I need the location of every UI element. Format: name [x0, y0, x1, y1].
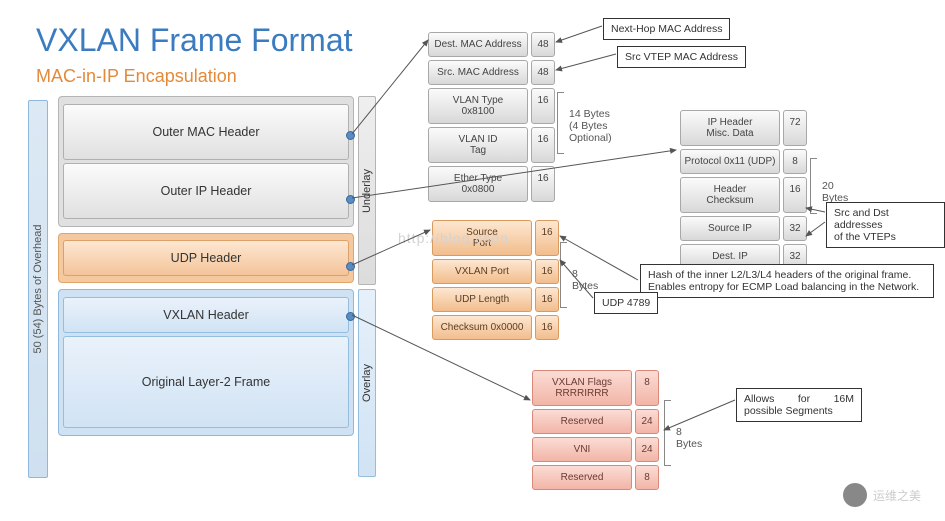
- ann-next-hop: Next-Hop MAC Address: [603, 18, 730, 40]
- watermark-text: 运维之美: [873, 487, 921, 504]
- page-subtitle: MAC-in-IP Encapsulation: [36, 66, 237, 87]
- ann-udp-port: UDP 4789: [594, 292, 658, 314]
- field-bits: 16: [535, 287, 559, 312]
- field-name: VXLAN Flags RRRRIRRR: [532, 370, 632, 406]
- field-bits: 24: [635, 409, 659, 434]
- field-name: Dest. MAC Address: [428, 32, 528, 57]
- field-name: VLAN Type 0x8100: [428, 88, 528, 124]
- outer-ip-header: Outer IP Header: [63, 163, 349, 219]
- wechat-icon: [843, 483, 867, 507]
- header-stack: Outer MAC Header Outer IP Header UDP Hea…: [58, 96, 354, 442]
- overhead-label: 50 (54) Bytes of Overhead: [32, 224, 44, 353]
- field-bits: 16: [535, 315, 559, 340]
- original-frame: Original Layer-2 Frame: [63, 336, 349, 428]
- field-name: VXLAN Port: [432, 259, 532, 284]
- ann-hash: Hash of the inner L2/L3/L4 headers of th…: [640, 264, 934, 298]
- underlay-bar: Underlay: [358, 96, 376, 285]
- field-name: Reserved: [532, 465, 632, 490]
- vxlan-field-table: VXLAN Flags RRRRIRRR8Reserved24VNI24Rese…: [532, 370, 659, 493]
- field-bits: 16: [783, 177, 807, 213]
- connector-dot: [346, 262, 355, 271]
- field-bits: 16: [531, 127, 555, 163]
- field-name: IP Header Misc. Data: [680, 110, 780, 146]
- field-bits: 16: [531, 88, 555, 124]
- field-name: Reserved: [532, 409, 632, 434]
- field-name: Checksum 0x0000: [432, 315, 532, 340]
- overlay-bar: Overlay: [358, 289, 376, 477]
- connector-dot: [346, 312, 355, 321]
- page-title: VXLAN Frame Format: [36, 22, 353, 59]
- field-bits: 32: [783, 216, 807, 241]
- field-bits: 16: [531, 166, 555, 202]
- field-name: Protocol 0x11 (UDP): [680, 149, 780, 174]
- field-bits: 8: [635, 465, 659, 490]
- field-name: Source IP: [680, 216, 780, 241]
- underlay-panel: Outer MAC Header Outer IP Header: [58, 96, 354, 227]
- field-bits: 72: [783, 110, 807, 146]
- field-name: Src. MAC Address: [428, 60, 528, 85]
- field-name: UDP Length: [432, 287, 532, 312]
- mac-field-table: Dest. MAC Address48Src. MAC Address48VLA…: [428, 32, 555, 205]
- connector-dot: [346, 195, 355, 204]
- connector-dot: [346, 131, 355, 140]
- field-name: VLAN ID Tag: [428, 127, 528, 163]
- field-bits: 8: [783, 149, 807, 174]
- outer-mac-header: Outer MAC Header: [63, 104, 349, 160]
- underlay-label: Underlay: [361, 168, 373, 212]
- watermark: 运维之美: [843, 483, 921, 507]
- field-bits: 48: [531, 32, 555, 57]
- ann-src-vtep-mac: Src VTEP MAC Address: [617, 46, 746, 68]
- ann-vtep-addrs: Src and Dst addresses of the VTEPs: [826, 202, 945, 248]
- ann-segments: Allows for 16M possible Segments: [736, 388, 862, 422]
- ip-field-table: IP Header Misc. Data72Protocol 0x11 (UDP…: [680, 110, 807, 272]
- overhead-bar: 50 (54) Bytes of Overhead: [28, 100, 48, 478]
- overlay-panel: VXLAN Header Original Layer-2 Frame: [58, 289, 354, 436]
- field-name: Header Checksum: [680, 177, 780, 213]
- watermark-url: http://blog.csdn: [398, 230, 509, 246]
- udp-panel: UDP Header: [58, 233, 354, 283]
- vxlan-header: VXLAN Header: [63, 297, 349, 333]
- field-bits: 16: [535, 220, 559, 256]
- field-bits: 24: [635, 437, 659, 462]
- field-bits: 8: [635, 370, 659, 406]
- field-name: VNI: [532, 437, 632, 462]
- field-bits: 48: [531, 60, 555, 85]
- udp-header: UDP Header: [63, 240, 349, 276]
- field-bits: 16: [535, 259, 559, 284]
- field-name: Ether Type 0x0800: [428, 166, 528, 202]
- overlay-label: Overlay: [361, 364, 373, 402]
